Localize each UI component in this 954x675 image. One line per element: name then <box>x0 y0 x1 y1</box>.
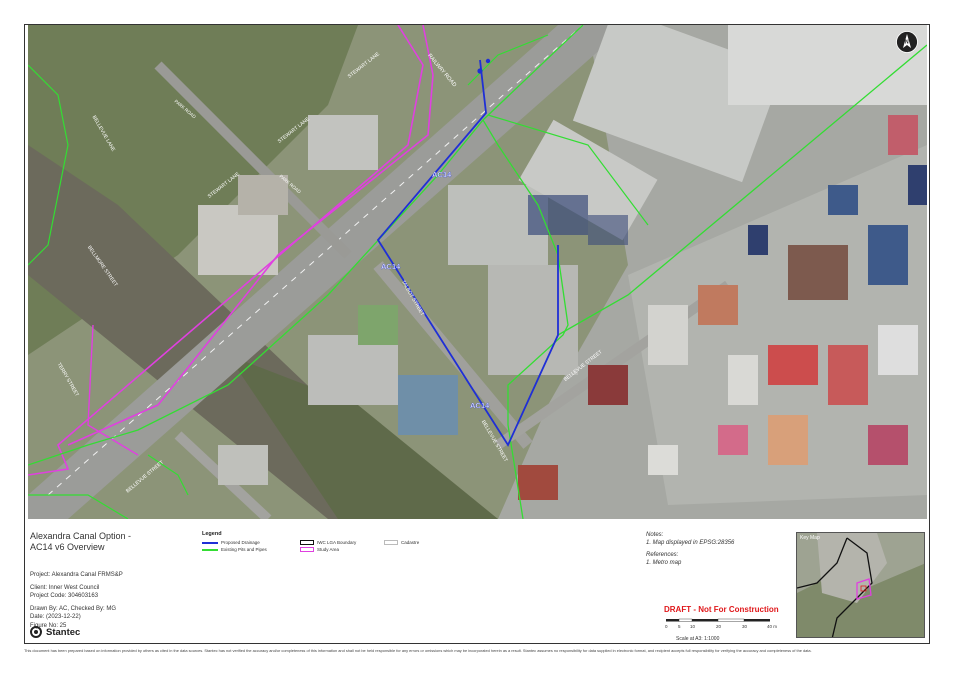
proposed-drainage-swatch <box>202 541 218 544</box>
scale-tick-4: 30 <box>742 624 748 629</box>
stantec-logo-icon <box>30 626 42 638</box>
scale-tick-5: 40 m <box>767 624 777 629</box>
map-title-line2: AC14 v6 Overview <box>30 542 105 552</box>
legend-item-study-area: Study Area <box>300 547 384 552</box>
legend-label-study-area: Study Area <box>317 547 340 552</box>
key-map-title: Key Map <box>800 535 820 541</box>
scale-tick-3: 20 <box>716 624 722 629</box>
title-block: Alexandra Canal Option - AC14 v6 Overvie… <box>24 523 930 644</box>
project-code: Project Code: 304603163 <box>30 593 99 599</box>
scale-tick-0: 0 <box>665 624 668 629</box>
drawn-by: Drawn By: AC, Checked By: MG <box>30 605 117 612</box>
legend-label-proposed-drainage: Proposed Drainage <box>221 540 260 545</box>
scale-text: Scale at A3: 1:1000 <box>676 636 720 642</box>
date: Date: (2023-12-22) <box>30 614 81 620</box>
references: References: 1. Metro map <box>646 551 681 567</box>
legend-item-existing-pits: Existing Pits and Pipes <box>202 547 300 552</box>
map-title-line1: Alexandra Canal Option - <box>30 531 132 541</box>
stantec-logo: Stantec <box>30 626 80 638</box>
scale-bar: 0 5 10 20 30 40 m <box>664 617 790 631</box>
scale-tick-1: 5 <box>678 624 681 629</box>
scale-tick-2: 10 <box>690 624 696 629</box>
draft-stamp: DRAFT - Not For Construction <box>664 605 779 614</box>
label-ac14-1: AC14 <box>432 170 452 179</box>
legend: Legend Proposed Drainage IWC LGA Boundar… <box>202 531 502 552</box>
study-area-swatch <box>300 547 314 552</box>
aerial-map[interactable]: RAILWAY ROAD STEWART LANE STEWART LANE S… <box>28 25 927 519</box>
project-name: Project: Alexandra Canal FRMS&P <box>30 572 123 578</box>
project-info: Project: Alexandra Canal FRMS&P Client: … <box>30 571 123 630</box>
label-ac14-3: AC14 <box>470 401 490 410</box>
notes-line1: 1. Map displayed in EPSG:28356 <box>646 540 735 546</box>
notes-heading: Notes: <box>646 532 664 538</box>
lga-boundary-swatch <box>300 540 314 545</box>
references-heading: References: <box>646 552 679 558</box>
legend-item-lga-boundary: IWC LGA Boundary <box>300 540 384 545</box>
map-canvas: RAILWAY ROAD STEWART LANE STEWART LANE S… <box>28 25 927 519</box>
existing-pits-swatch <box>202 548 218 551</box>
map-title: Alexandra Canal Option - AC14 v6 Overvie… <box>30 531 180 553</box>
disclaimer: This document has been prepared based on… <box>24 648 812 653</box>
notes: Notes: 1. Map displayed in EPSG:28356 <box>646 531 734 547</box>
cadastre-swatch <box>384 540 398 545</box>
north-label: N <box>905 40 909 46</box>
legend-label-cadastre: Cadastre <box>401 540 420 545</box>
references-line1: 1. Metro map <box>646 560 682 566</box>
north-arrow-icon: N <box>896 31 918 53</box>
stantec-logo-text: Stantec <box>46 626 81 638</box>
legend-item-proposed-drainage: Proposed Drainage <box>202 540 300 545</box>
key-map: Key Map <box>796 532 925 638</box>
legend-label-existing-pits: Existing Pits and Pipes <box>221 547 267 552</box>
client-name: Client: Inner West Council <box>30 584 100 591</box>
legend-item-cadastre: Cadastre <box>384 540 464 545</box>
legend-title: Legend <box>202 531 222 537</box>
legend-label-lga-boundary: IWC LGA Boundary <box>317 540 357 545</box>
label-ac14-2: AC14 <box>381 262 401 271</box>
